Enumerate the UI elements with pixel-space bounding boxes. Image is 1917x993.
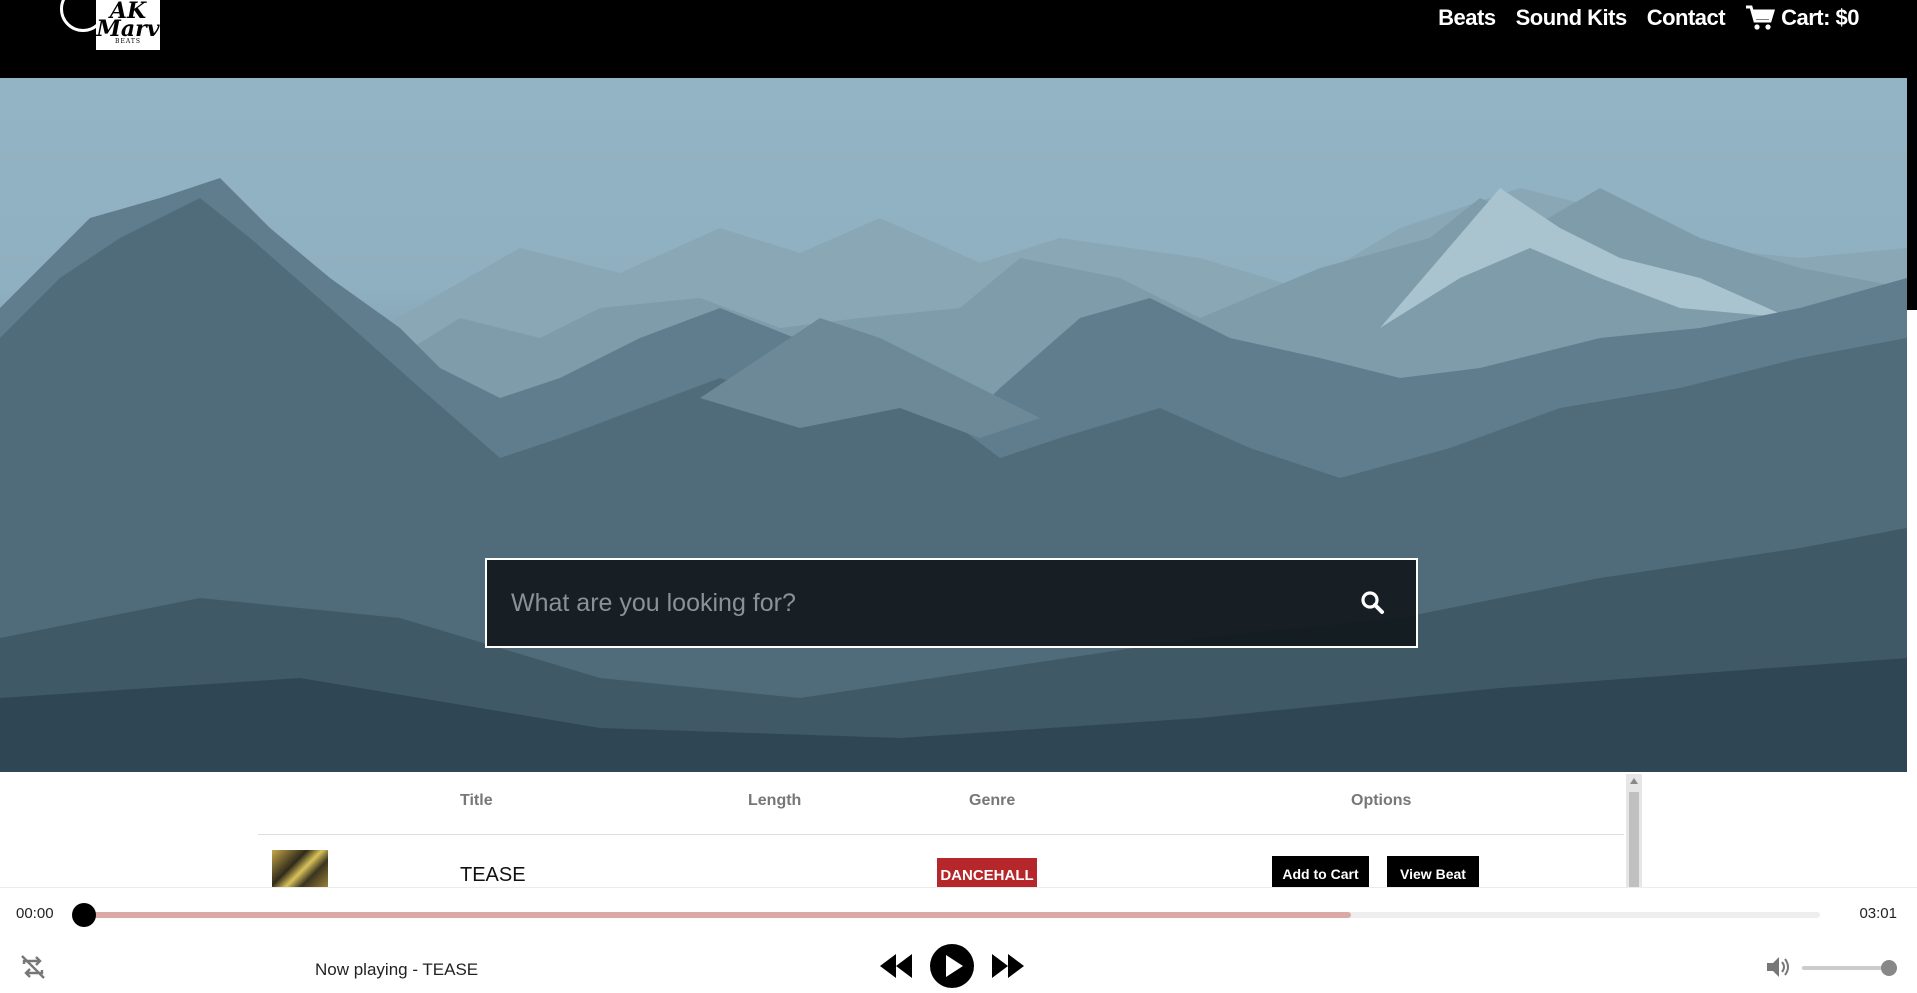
beat-title[interactable]: TEASE bbox=[460, 864, 526, 887]
progress-buffered bbox=[84, 912, 1352, 918]
search-input[interactable] bbox=[487, 560, 1347, 646]
logo-card: AK Marv BEATS bbox=[96, 0, 160, 50]
search-box bbox=[485, 558, 1418, 648]
mountain-landscape bbox=[0, 178, 1907, 772]
logo-text: AK Marv bbox=[96, 0, 160, 42]
play-button[interactable] bbox=[930, 944, 974, 988]
genre-badge[interactable]: DANCEHALL bbox=[937, 858, 1037, 887]
col-length[interactable]: Length bbox=[748, 792, 801, 810]
table-header: Title Length Genre Options bbox=[258, 772, 1624, 835]
volume-handle[interactable] bbox=[1881, 960, 1897, 976]
view-beat-button[interactable]: View Beat bbox=[1387, 856, 1479, 887]
hero-banner bbox=[0, 78, 1907, 772]
col-title[interactable]: Title bbox=[460, 792, 493, 810]
nav-sound-kits[interactable]: Sound Kits bbox=[1516, 5, 1628, 31]
volume-level bbox=[1802, 966, 1892, 970]
fast-forward-icon[interactable] bbox=[990, 951, 1026, 981]
main-nav: Beats Sound Kits Contact Cart: $0 bbox=[1438, 0, 1859, 36]
play-icon bbox=[946, 955, 963, 977]
search-button[interactable] bbox=[1360, 590, 1386, 616]
site-header: AK Marv BEATS Beats Sound Kits Contact C… bbox=[0, 0, 1917, 78]
nav-beats[interactable]: Beats bbox=[1438, 5, 1496, 31]
rewind-icon[interactable] bbox=[878, 951, 914, 981]
repeat-icon[interactable] bbox=[18, 952, 48, 982]
search-icon bbox=[1361, 591, 1384, 614]
nav-cart[interactable]: Cart: $0 bbox=[1745, 5, 1859, 31]
page-scrollbar[interactable] bbox=[1907, 35, 1917, 310]
scroll-up-icon[interactable] bbox=[1630, 778, 1638, 784]
col-options: Options bbox=[1351, 792, 1412, 809]
beat-artwork[interactable] bbox=[272, 850, 328, 887]
table-scrollbar[interactable] bbox=[1626, 774, 1642, 887]
progress-handle[interactable] bbox=[72, 903, 96, 927]
volume-slider[interactable] bbox=[1802, 966, 1892, 970]
current-time: 00:00 bbox=[16, 905, 54, 922]
col-genre[interactable]: Genre bbox=[969, 792, 1015, 810]
scroll-thumb[interactable] bbox=[1629, 792, 1639, 887]
progress-bar[interactable] bbox=[84, 912, 1820, 918]
total-time: 03:01 bbox=[1859, 905, 1897, 922]
nav-contact[interactable]: Contact bbox=[1647, 5, 1726, 31]
cart-total: Cart: $0 bbox=[1781, 5, 1859, 30]
beats-table: Title Length Genre Options TEASE DANCEHA… bbox=[258, 772, 1644, 887]
now-playing-label: Now playing - TEASE bbox=[315, 960, 479, 979]
site-logo[interactable]: AK Marv BEATS bbox=[60, 0, 160, 50]
shopping-cart-icon bbox=[1746, 5, 1776, 30]
audio-player: 00:00 03:01 Now playing - TEASE bbox=[0, 887, 1917, 988]
add-to-cart-button[interactable]: Add to Cart bbox=[1272, 856, 1369, 887]
volume-icon[interactable] bbox=[1764, 953, 1792, 981]
